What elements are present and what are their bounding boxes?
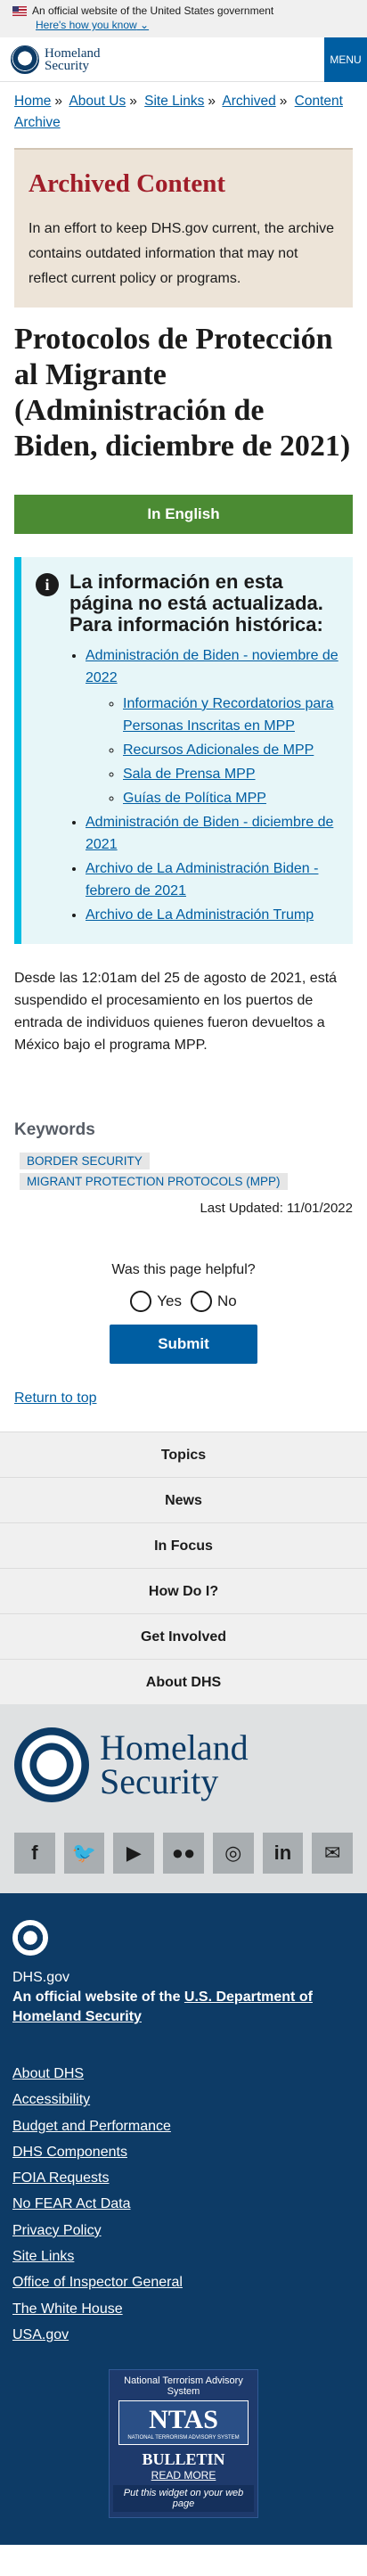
us-flag-icon: [12, 5, 27, 16]
footer-domain: DHS.gov: [12, 1970, 70, 1985]
mpp-press-link[interactable]: Sala de Prensa MPP: [123, 767, 256, 782]
yes-radio[interactable]: [130, 1291, 152, 1312]
footer-link-privacy[interactable]: Privacy Policy: [12, 2218, 355, 2244]
facebook-icon[interactable]: f: [14, 1833, 55, 1874]
mpp-resources-link[interactable]: Recursos Adicionales de MPP: [123, 742, 314, 758]
dhs-seal-30-years-icon: [14, 1727, 89, 1802]
brand-line2: Security: [100, 1761, 219, 1801]
biden-feb-2021-link[interactable]: Archivo de La Administración Biden - feb…: [86, 861, 318, 898]
list-item: Recursos Adicionales de MPP: [123, 739, 338, 761]
list-item: Información y Recordatorios para Persona…: [123, 693, 338, 737]
breadcrumb-site-links[interactable]: Site Links: [144, 94, 204, 109]
keyword-tag[interactable]: BORDER SECURITY: [20, 1153, 150, 1169]
email-icon[interactable]: ✉: [312, 1833, 354, 1874]
feedback-form: Was this page helpful? Yes No Submit: [0, 1216, 367, 1364]
no-option[interactable]: No: [191, 1291, 237, 1312]
flickr-icon[interactable]: ●●: [163, 1833, 204, 1874]
footer-nav-in-focus[interactable]: In Focus: [0, 1522, 367, 1568]
footer-official: An official website of the U.S. Departme…: [12, 1989, 313, 2024]
body-text: Desde las 12:01am del 25 de agosto de 20…: [14, 971, 338, 1053]
keyword-tag[interactable]: MIGRANT PROTECTION PROTOCOLS (MPP): [20, 1173, 288, 1190]
trump-archive-link[interactable]: Archivo de La Administración Trump: [86, 907, 314, 923]
breadcrumb-home[interactable]: Home: [14, 94, 51, 109]
breadcrumb: Home» About Us» Site Links» Archived» Co…: [14, 94, 343, 130]
brand-line1: Homeland: [100, 1727, 249, 1768]
footer-link-components[interactable]: DHS Components: [12, 2139, 355, 2165]
footer-link-site-links[interactable]: Site Links: [12, 2244, 355, 2269]
ntas-read-more[interactable]: READ MORE: [113, 2469, 254, 2482]
list-item: Sala de Prensa MPP: [123, 763, 338, 785]
logo-text: Homeland Security: [45, 45, 101, 73]
footer-logo[interactable]: Homeland Security: [14, 1727, 353, 1802]
archived-notice: Archived Content In an effort to keep DH…: [14, 148, 353, 308]
list-item: Archivo de La Administración Trump: [86, 904, 338, 926]
no-radio[interactable]: [191, 1291, 212, 1312]
menu-button[interactable]: MENU: [324, 37, 367, 82]
biden-nov-2022-link[interactable]: Administración de Biden - noviembre de 2…: [86, 648, 338, 685]
archived-title: Archived Content: [29, 169, 225, 198]
mpp-info-link[interactable]: Información y Recordatorios para Persona…: [123, 696, 334, 734]
yes-option[interactable]: Yes: [130, 1291, 182, 1312]
breadcrumb-about-us[interactable]: About Us: [69, 94, 126, 109]
linkedin-icon[interactable]: in: [262, 1833, 304, 1874]
info-icon: i: [36, 573, 59, 596]
dhs-seal-icon: [11, 45, 39, 74]
how-you-know-link[interactable]: Here's how you know ⌄: [36, 18, 355, 32]
dhs-seal-icon: [12, 1920, 48, 1956]
keywords-section: Keywords BORDER SECURITY MIGRANT PROTECT…: [0, 1120, 367, 1194]
dhs-logo[interactable]: Homeland Security: [11, 45, 100, 74]
footer-nav-how-do-i[interactable]: How Do I?: [0, 1568, 367, 1613]
return-to-top-link[interactable]: Return to top: [14, 1391, 97, 1406]
ntas-logo: NTAS NATIONAL TERRORISM ADVISORY SYSTEM: [118, 2400, 249, 2446]
footer-link-white-house[interactable]: The White House: [12, 2296, 355, 2322]
submit-button[interactable]: Submit: [110, 1325, 257, 1364]
site-header: Homeland Security MENU: [0, 37, 367, 82]
biden-dec-2021-link[interactable]: Administración de Biden - diciembre de 2…: [86, 815, 333, 852]
footer-link-foia[interactable]: FOIA Requests: [12, 2165, 355, 2191]
in-english-button[interactable]: In English: [14, 495, 353, 534]
footer-links: About DHS Accessibility Budget and Perfo…: [12, 2061, 355, 2348]
return-to-top: Return to top: [0, 1364, 367, 1407]
list-item: Guías de Política MPP: [123, 787, 338, 809]
footer-brand: Homeland Security f 🐦 ▶ ●● ◎ in ✉: [0, 1704, 367, 1893]
youtube-icon[interactable]: ▶: [113, 1833, 155, 1874]
chevron-down-icon: ⌄: [140, 19, 150, 31]
ntas-widget[interactable]: National Terrorism Advisory System NTAS N…: [109, 2369, 258, 2519]
footer: DHS.gov An official website of the U.S. …: [0, 1893, 367, 2546]
ntas-title: National Terrorism Advisory System: [124, 2375, 243, 2398]
last-updated: Last Updated: 11/01/2022: [200, 1201, 353, 1216]
list-item: Archivo de La Administración Biden - feb…: [86, 857, 338, 902]
social-links: f 🐦 ▶ ●● ◎ in ✉: [14, 1833, 354, 1874]
ntas-widget-link[interactable]: Put this widget on your web page: [113, 2485, 254, 2513]
page-title: Protocolos de Protección al Migrante (Ad…: [14, 323, 351, 463]
feedback-question: Was this page helpful?: [111, 1262, 256, 1277]
footer-link-budget[interactable]: Budget and Performance: [12, 2113, 355, 2139]
info-alert: i La información en esta página no está …: [14, 557, 353, 944]
official-text: An official website of the United States…: [32, 4, 274, 17]
info-heading: La información en esta página no está ac…: [69, 570, 323, 636]
footer-link-accessibility[interactable]: Accessibility: [12, 2087, 355, 2112]
archived-text: In an effort to keep DHS.gov current, th…: [29, 221, 334, 286]
footer-nav-news[interactable]: News: [0, 1477, 367, 1522]
footer-link-usagov[interactable]: USA.gov: [12, 2322, 355, 2348]
instagram-icon[interactable]: ◎: [212, 1833, 254, 1874]
gov-banner: An official website of the United States…: [0, 0, 367, 37]
footer-link-oig[interactable]: Office of Inspector General: [12, 2269, 355, 2295]
list-item: Administración de Biden - noviembre de 2…: [86, 644, 338, 809]
footer-nav-about-dhs[interactable]: About DHS: [0, 1659, 367, 1704]
footer-nav-topics[interactable]: Topics: [0, 1432, 367, 1477]
footer-link-about-dhs[interactable]: About DHS: [12, 2061, 355, 2087]
breadcrumb-archived[interactable]: Archived: [222, 94, 275, 109]
history-list: Administración de Biden - noviembre de 2…: [86, 644, 338, 926]
footer-nav: Topics News In Focus How Do I? Get Invol…: [0, 1432, 367, 1704]
twitter-icon[interactable]: 🐦: [63, 1833, 105, 1874]
ntas-bulletin: BULLETIN: [142, 2450, 225, 2469]
footer-nav-get-involved[interactable]: Get Involved: [0, 1613, 367, 1659]
keywords-title: Keywords: [14, 1120, 95, 1139]
mpp-policy-link[interactable]: Guías de Política MPP: [123, 791, 266, 806]
list-item: Administración de Biden - diciembre de 2…: [86, 811, 338, 856]
footer-link-no-fear[interactable]: No FEAR Act Data: [12, 2191, 355, 2217]
